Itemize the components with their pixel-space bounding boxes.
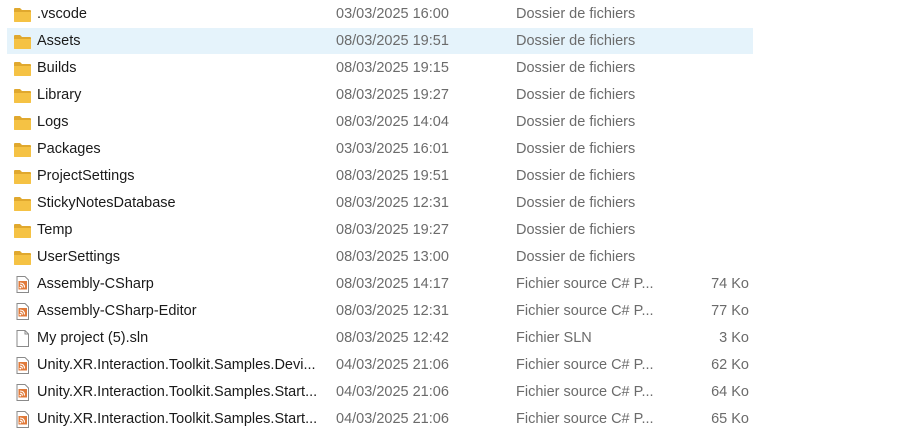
file-name: Logs	[37, 114, 69, 130]
file-name: ProjectSettings	[37, 168, 135, 184]
file-name: UserSettings	[37, 249, 121, 265]
blank-file-icon	[13, 330, 32, 347]
file-type: Dossier de fichiers	[516, 114, 636, 130]
file-row[interactable]: My project (5).sln 08/03/2025 12:42 Fichie…	[0, 325, 907, 352]
modified-date: 08/03/2025 13:00	[336, 249, 449, 265]
folder-icon	[13, 87, 32, 104]
modified-date: 08/03/2025 12:31	[336, 195, 449, 211]
folder-row[interactable]: .vscode 03/03/2025 16:00 Dossier de fichie…	[0, 1, 907, 28]
folder-row[interactable]: Library 08/03/2025 19:27 Dossier de fichie…	[0, 82, 907, 109]
folder-icon	[13, 141, 32, 158]
folder-icon	[13, 33, 32, 50]
modified-date: 08/03/2025 12:42	[336, 330, 449, 346]
file-size: 65 Ko	[711, 411, 749, 427]
modified-date: 08/03/2025 19:27	[336, 87, 449, 103]
file-name: Assembly-CSharp-Editor	[37, 303, 197, 319]
file-name: Unity.XR.Interaction.Toolkit.Samples.Sta…	[37, 411, 318, 427]
modified-date: 08/03/2025 14:17	[336, 276, 449, 292]
folder-icon	[13, 222, 32, 239]
file-size: 77 Ko	[711, 303, 749, 319]
csproj-file-icon	[13, 276, 32, 293]
modified-date: 08/03/2025 19:15	[336, 60, 449, 76]
modified-date: 04/03/2025 21:06	[336, 411, 449, 427]
folder-icon	[13, 195, 32, 212]
file-name: .vscode	[37, 6, 87, 22]
modified-date: 03/03/2025 16:00	[336, 6, 449, 22]
file-type: Fichier source C# P...	[516, 303, 654, 319]
file-row[interactable]: Assembly-CSharp-Editor 08/03/2025 12:31 Fi…	[0, 298, 907, 325]
file-name: StickyNotesDatabase	[37, 195, 176, 211]
modified-date: 03/03/2025 16:01	[336, 141, 449, 157]
folder-icon	[13, 249, 32, 266]
file-size: 3 Ko	[719, 330, 749, 346]
folder-row[interactable]: UserSettings 08/03/2025 13:00 Dossier de f…	[0, 244, 907, 271]
folder-icon	[13, 6, 32, 23]
file-list: .vscode 03/03/2025 16:00 Dossier de fichie…	[0, 1, 907, 433]
file-size: 64 Ko	[711, 384, 749, 400]
folder-row[interactable]: Assets 08/03/2025 19:51 Dossier de fichier…	[0, 28, 907, 55]
folder-row[interactable]: StickyNotesDatabase 08/03/2025 12:31 Dossi…	[0, 190, 907, 217]
file-type: Dossier de fichiers	[516, 249, 636, 265]
modified-date: 08/03/2025 14:04	[336, 114, 449, 130]
file-row[interactable]: Assembly-CSharp 08/03/2025 14:17 Fichier s…	[0, 271, 907, 298]
file-name: Assets	[37, 33, 81, 49]
file-type: Dossier de fichiers	[516, 6, 636, 22]
modified-date: 04/03/2025 21:06	[336, 384, 449, 400]
file-name: Unity.XR.Interaction.Toolkit.Samples.Dev…	[37, 357, 316, 373]
file-type: Dossier de fichiers	[516, 141, 636, 157]
file-type: Fichier source C# P...	[516, 384, 654, 400]
folder-row[interactable]: ProjectSettings 08/03/2025 19:51 Dossier d…	[0, 163, 907, 190]
file-type: Dossier de fichiers	[516, 168, 636, 184]
csproj-file-icon	[13, 303, 32, 320]
folder-icon	[13, 114, 32, 131]
folder-row[interactable]: Builds 08/03/2025 19:15 Dossier de fichier…	[0, 55, 907, 82]
file-type: Fichier source C# P...	[516, 411, 654, 427]
folder-row[interactable]: Logs 08/03/2025 14:04 Dossier de fichiers	[0, 109, 907, 136]
folder-row[interactable]: Temp 08/03/2025 19:27 Dossier de fichiers	[0, 217, 907, 244]
file-row[interactable]: Unity.XR.Interaction.Toolkit.Samples.Sta…	[0, 406, 907, 433]
modified-date: 08/03/2025 12:31	[336, 303, 449, 319]
file-type: Dossier de fichiers	[516, 222, 636, 238]
file-name: Packages	[37, 141, 101, 157]
file-row[interactable]: Unity.XR.Interaction.Toolkit.Samples.Sta…	[0, 379, 907, 406]
file-name: My project (5).sln	[37, 330, 149, 346]
file-row[interactable]: Unity.XR.Interaction.Toolkit.Samples.Dev…	[0, 352, 907, 379]
file-name: Unity.XR.Interaction.Toolkit.Samples.Sta…	[37, 384, 318, 400]
modified-date: 04/03/2025 21:06	[336, 357, 449, 373]
file-type: Fichier source C# P...	[516, 357, 654, 373]
modified-date: 08/03/2025 19:27	[336, 222, 449, 238]
file-type: Dossier de fichiers	[516, 195, 636, 211]
csproj-file-icon	[13, 357, 32, 374]
folder-icon	[13, 60, 32, 77]
modified-date: 08/03/2025 19:51	[336, 33, 449, 49]
file-name: Assembly-CSharp	[37, 276, 154, 292]
modified-date: 08/03/2025 19:51	[336, 168, 449, 184]
folder-icon	[13, 168, 32, 185]
file-name: Builds	[37, 60, 77, 76]
file-type: Fichier SLN	[516, 330, 592, 346]
file-type: Fichier source C# P...	[516, 276, 654, 292]
folder-row[interactable]: Packages 03/03/2025 16:01 Dossier de fichi…	[0, 136, 907, 163]
csproj-file-icon	[13, 384, 32, 401]
file-name: Library	[37, 87, 82, 103]
file-name: Temp	[37, 222, 73, 238]
file-type: Dossier de fichiers	[516, 33, 636, 49]
csproj-file-icon	[13, 411, 32, 428]
file-size: 74 Ko	[711, 276, 749, 292]
file-size: 62 Ko	[711, 357, 749, 373]
file-type: Dossier de fichiers	[516, 60, 636, 76]
file-type: Dossier de fichiers	[516, 87, 636, 103]
